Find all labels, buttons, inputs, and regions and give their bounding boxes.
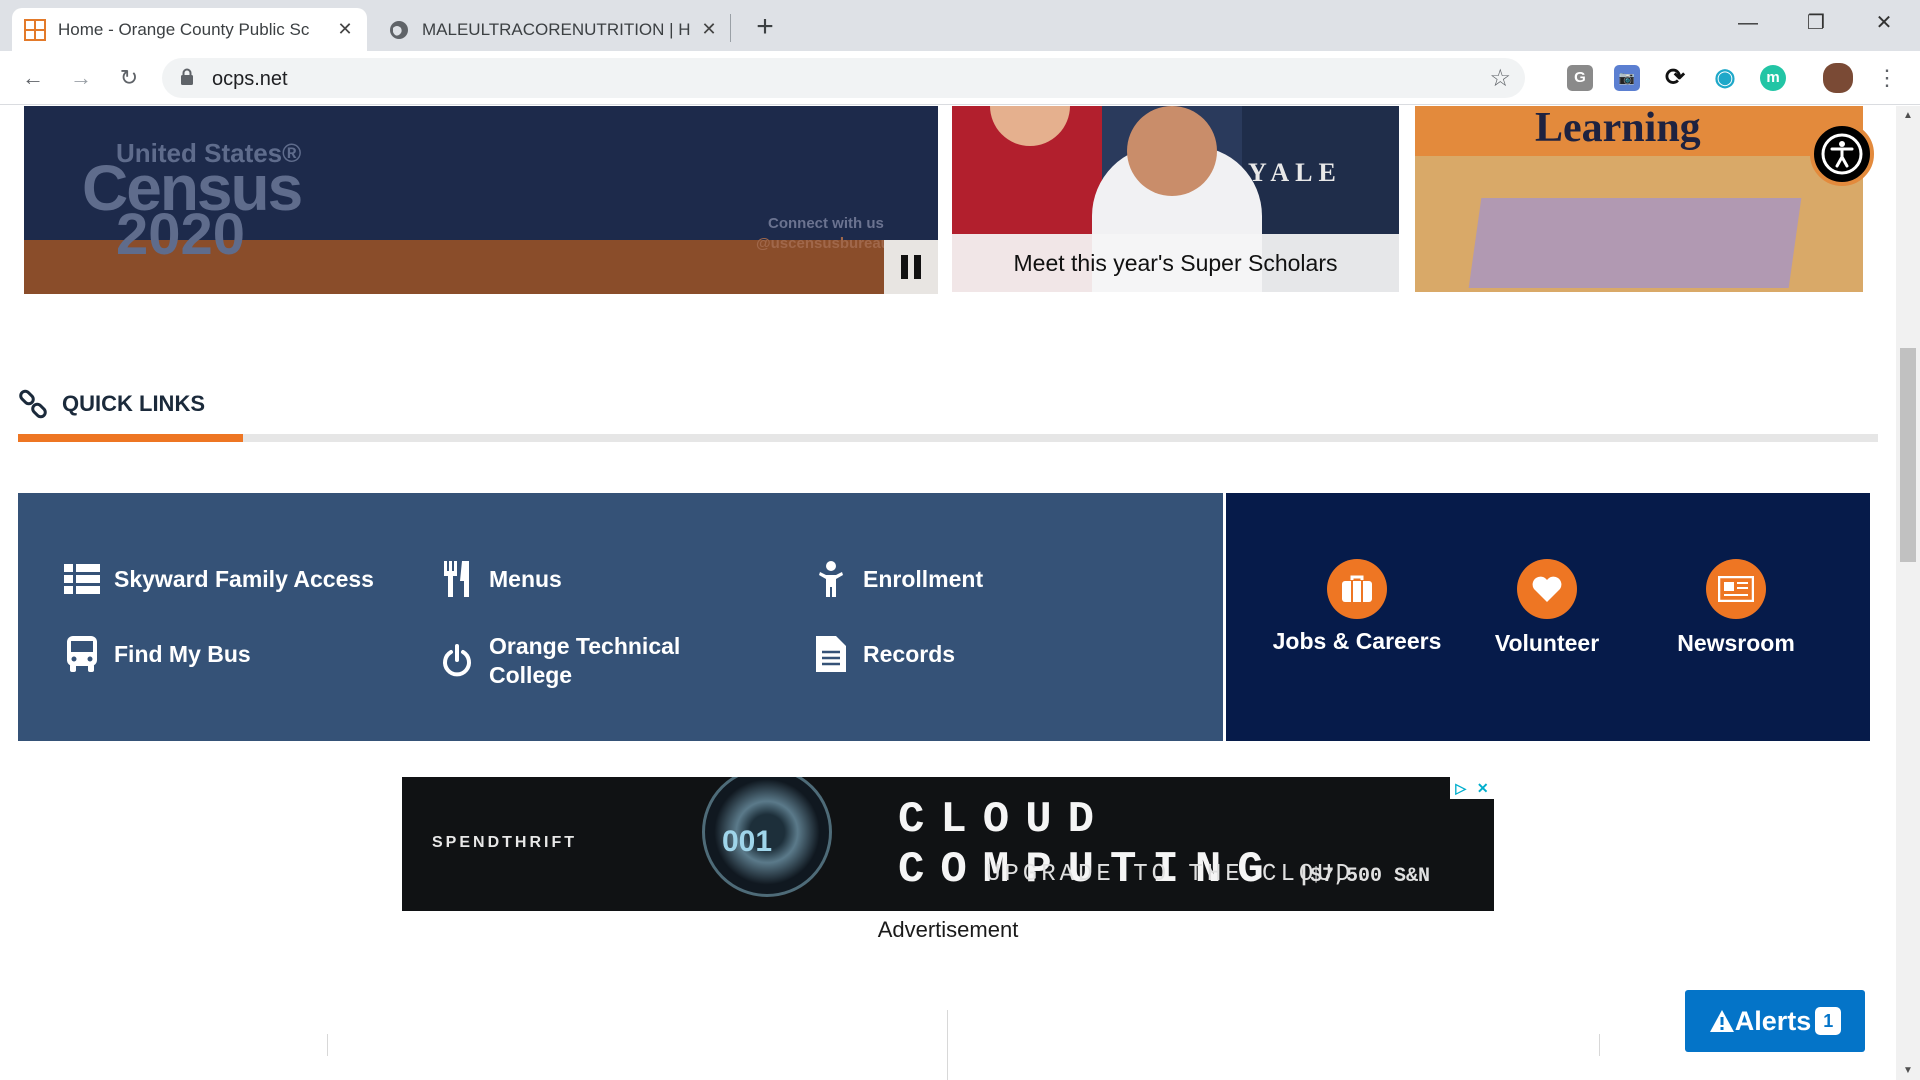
learning-title: Learning xyxy=(1535,106,1701,151)
lock-icon xyxy=(181,68,193,85)
restore-button[interactable]: ❐ xyxy=(1786,6,1846,40)
scroll-down-arrow-icon[interactable]: ▼ xyxy=(1896,1065,1920,1076)
column-divider xyxy=(947,1010,948,1080)
ad-brand: SPENDTHRIFT xyxy=(432,834,577,851)
advertisement-banner[interactable]: 001 SPENDTHRIFT CLOUD COMPUTING UPGRADE … xyxy=(402,777,1494,911)
quick-link-label: Enrollment xyxy=(863,565,984,592)
yale-shirt-text: YALE xyxy=(1248,158,1342,187)
sync-extension-icon[interactable]: ⟳ xyxy=(1662,65,1688,91)
globe-extension-icon[interactable]: ◉ xyxy=(1712,65,1738,91)
quick-links-header: QUICK LINKS xyxy=(18,389,205,419)
page-scrollbar[interactable]: ▲ ▼ xyxy=(1896,106,1920,1080)
tab-maleultracore[interactable]: MALEULTRACORENUTRITION | H ✕ xyxy=(376,8,731,51)
profile-avatar[interactable] xyxy=(1823,63,1853,93)
census-connect-text: Connect with us xyxy=(768,215,884,232)
quick-link-label: Jobs & Careers xyxy=(1272,628,1442,654)
quick-link-orange-technical-college[interactable]: Orange Technical College xyxy=(437,632,689,690)
briefcase-icon xyxy=(1327,559,1387,619)
advertisement-label: Advertisement xyxy=(877,917,1019,942)
warning-icon xyxy=(1709,1010,1734,1032)
quick-link-find-my-bus[interactable]: Find My Bus xyxy=(62,634,251,674)
super-scholars-caption: Meet this year's Super Scholars xyxy=(952,234,1399,292)
quick-links-panel: Skyward Family Access Menus Enrollment F… xyxy=(18,493,1223,741)
link-icon xyxy=(19,389,47,419)
census-banner[interactable]: United States® Census 2020 Connect with … xyxy=(24,106,938,294)
list-icon xyxy=(62,559,102,599)
accessibility-button[interactable] xyxy=(1810,122,1874,186)
census-logo-line3: 2020 xyxy=(116,202,246,267)
page-content: United States® Census 2020 Connect with … xyxy=(0,106,1896,1080)
g-extension-icon[interactable]: G xyxy=(1567,65,1593,91)
back-button[interactable]: ← xyxy=(16,61,50,95)
heart-icon xyxy=(1517,559,1577,619)
ad-price: |$7,500 S&N xyxy=(1298,865,1431,888)
quick-link-skyward[interactable]: Skyward Family Access xyxy=(62,559,374,599)
utensils-icon xyxy=(437,559,477,599)
tab-title: Home - Orange County Public Sc xyxy=(58,19,310,39)
pause-icon xyxy=(901,255,908,279)
quick-link-label: Find My Bus xyxy=(114,640,251,667)
newspaper-icon xyxy=(1706,559,1766,619)
ad-lens-text: 001 xyxy=(722,825,773,858)
accessibility-icon xyxy=(1821,133,1863,175)
alerts-button[interactable]: Alerts 1 xyxy=(1685,990,1865,1052)
quick-link-enrollment[interactable]: Enrollment xyxy=(811,559,983,599)
pause-icon xyxy=(914,255,921,279)
bookmark-star-icon[interactable]: ☆ xyxy=(1489,64,1511,93)
tab-close-icon[interactable]: ✕ xyxy=(335,19,355,40)
classroom-photo xyxy=(1468,198,1802,288)
column-divider xyxy=(327,1034,328,1056)
browser-menu-button[interactable]: ⋮ xyxy=(1870,61,1904,95)
child-icon xyxy=(811,559,851,599)
tab-ocps-home[interactable]: Home - Orange County Public Sc ✕ xyxy=(12,8,367,51)
quick-link-label: Orange Technical College xyxy=(489,633,681,688)
globe-icon xyxy=(390,20,408,39)
quick-links-accent xyxy=(18,434,243,442)
quick-link-label: Volunteer xyxy=(1494,630,1600,656)
alerts-count-badge: 1 xyxy=(1815,1007,1842,1035)
browser-tab-strip: Home - Orange County Public Sc ✕ MALEULT… xyxy=(0,0,1920,51)
quick-link-records[interactable]: Records xyxy=(811,634,955,674)
ocps-favicon xyxy=(24,18,46,41)
tab-close-icon[interactable]: ✕ xyxy=(699,19,719,40)
quick-link-label: Newsroom xyxy=(1677,630,1795,656)
quick-links-title: QUICK LINKS xyxy=(62,391,205,416)
forward-button[interactable]: → xyxy=(64,61,98,95)
quick-link-label: Records xyxy=(863,640,956,667)
quick-link-volunteer[interactable]: Volunteer xyxy=(1462,559,1632,658)
scroll-up-arrow-icon[interactable]: ▲ xyxy=(1896,110,1920,121)
bus-icon xyxy=(62,634,102,674)
tab-separator xyxy=(730,14,731,42)
super-scholars-card[interactable]: YALE Meet this year's Super Scholars xyxy=(952,106,1399,292)
address-bar[interactable]: ocps.net ☆ xyxy=(162,58,1525,98)
scholar-photo-figure xyxy=(1127,106,1217,196)
close-window-button[interactable]: ✕ xyxy=(1854,6,1914,40)
minimize-button[interactable]: — xyxy=(1718,6,1778,40)
census-handle: @uscensusbureau xyxy=(756,235,890,252)
power-icon xyxy=(437,641,477,681)
ad-choices-icon[interactable]: ▷ ✕ xyxy=(1450,777,1494,799)
camera-extension-icon[interactable]: 📷 xyxy=(1614,65,1640,91)
alerts-label: Alerts xyxy=(1734,1005,1812,1036)
featured-links-panel: Jobs & Careers Volunteer Newsroom xyxy=(1226,493,1870,741)
tab-title: MALEULTRACORENUTRITION | H xyxy=(422,19,691,39)
quick-link-label: Menus xyxy=(489,565,562,592)
quick-links-underline xyxy=(18,434,1878,442)
m-extension-icon[interactable]: m xyxy=(1760,65,1786,91)
browser-toolbar: ← → ↻ ocps.net ☆ G 📷 ⟳ ◉ m ⋮ xyxy=(0,51,1920,105)
url-text: ocps.net xyxy=(212,68,288,90)
reload-button[interactable]: ↻ xyxy=(112,61,146,95)
quick-link-label: Skyward Family Access xyxy=(114,565,374,592)
quick-link-menus[interactable]: Menus xyxy=(437,559,562,599)
column-divider xyxy=(1599,1034,1600,1056)
quick-link-jobs-careers[interactable]: Jobs & Careers xyxy=(1272,559,1442,656)
new-tab-button[interactable]: + xyxy=(750,10,780,44)
quick-link-newsroom[interactable]: Newsroom xyxy=(1651,559,1821,658)
scrollbar-thumb[interactable] xyxy=(1900,348,1916,562)
learning-card[interactable]: Learning xyxy=(1415,106,1863,292)
slideshow-pause-button[interactable] xyxy=(884,240,938,294)
document-icon xyxy=(811,634,851,674)
